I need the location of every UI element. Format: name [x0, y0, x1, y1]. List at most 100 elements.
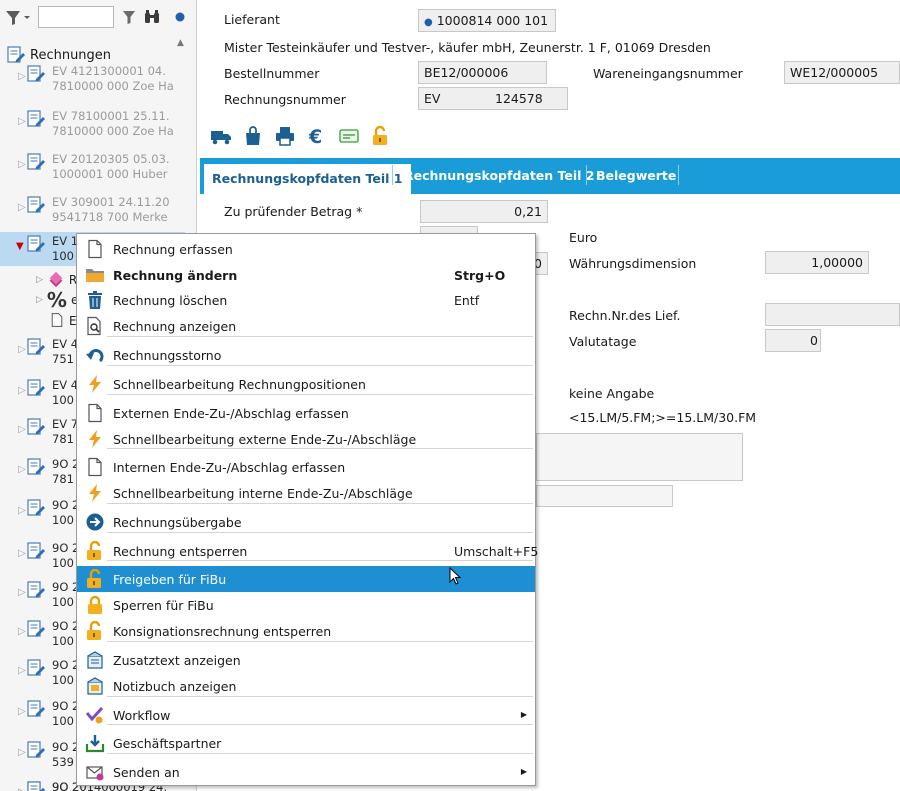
expand-arrow-icon[interactable]: ▷	[18, 626, 26, 637]
menu-item-label: Internen Ende-Zu-/Abschlag erfassen	[113, 460, 346, 475]
filter-icon[interactable]	[120, 8, 138, 26]
menu-item-shortcut: Strg+O	[454, 268, 506, 283]
menu-item-internen-abschlag-erfassen[interactable]: Internen Ende-Zu-/Abschlag erfassen	[77, 454, 535, 480]
expand-arrow-icon[interactable]: ▷	[18, 344, 26, 355]
valutatage-label: Valutatage	[569, 334, 637, 349]
menu-item-label: Geschäftspartner	[113, 736, 222, 751]
expand-arrow-icon[interactable]: ▷	[18, 116, 26, 127]
invoice-icon	[26, 109, 46, 129]
truck-icon[interactable]	[210, 125, 232, 147]
expand-arrow-icon[interactable]: ▷	[18, 385, 26, 396]
menu-item-rechnung-entsperren[interactable]: Rechnung entsperren Umschalt+F5	[77, 538, 538, 564]
expand-arrow-icon[interactable]: ▷	[18, 71, 26, 82]
printer-icon[interactable]	[274, 125, 296, 147]
menu-item-externen-abschlag-erfassen[interactable]: Externen Ende-Zu-/Abschlag erfassen	[77, 400, 535, 426]
expand-arrow-icon[interactable]: ▷	[18, 665, 26, 676]
menu-item-rechnungsuebergabe[interactable]: Rechnungsübergabe	[77, 509, 535, 535]
expand-arrow-icon[interactable]: ▷	[18, 706, 26, 717]
menu-item-schnellbearbeitung-interne[interactable]: Schnellbearbeitung interne Ende-Zu-/Absc…	[77, 480, 535, 506]
tab-belegwerte[interactable]: Belegwerte	[588, 158, 684, 194]
lightning-icon	[85, 483, 105, 503]
mouse-cursor-icon	[449, 567, 462, 585]
expand-arrow-icon[interactable]: ▼	[16, 241, 24, 252]
unlock-icon	[85, 620, 105, 641]
document-icon	[49, 311, 65, 332]
scroll-up-arrow-icon[interactable]: ▲	[177, 38, 184, 48]
tree-item[interactable]: ▷ EV 78100001 25.11. 7810000 000 Zoe Ha	[0, 107, 185, 141]
lieferant-field[interactable]: ● 1000814 000 101	[418, 9, 556, 32]
menu-item-label: Workflow	[113, 708, 171, 723]
rechnungsnummer-prefix: EV	[424, 91, 441, 106]
menu-item-geschaeftspartner[interactable]: Geschäftspartner	[77, 730, 535, 756]
expand-arrow-icon[interactable]: ▷	[18, 787, 26, 791]
keine-angabe-text: keine Angabe	[569, 386, 655, 401]
tree-item[interactable]: ▷ EV 20120305 05.03. 1000001 000 Huber	[0, 150, 185, 184]
invoice-icon	[26, 337, 46, 357]
tab-rechnungskopfdaten-2[interactable]: Rechnungskopfdaten Teil 2	[396, 158, 603, 194]
tree-sub-item[interactable]: ▷% e	[36, 290, 78, 310]
invoice-icon	[26, 498, 46, 518]
tree-item-line2: 9541718 700 Merke	[52, 210, 168, 224]
euro-icon[interactable]: €	[306, 125, 328, 147]
menu-item-rechnung-anzeigen[interactable]: Rechnung anzeigen	[77, 313, 535, 339]
zahlungsbedingung-text: <15.LM/5.FM;>=15.LM/30.FM	[569, 410, 757, 425]
waehrungsdimension-field[interactable]: 1,00000	[765, 251, 869, 274]
expand-arrow-icon[interactable]: ▷	[18, 202, 26, 213]
tab-separator	[586, 165, 587, 185]
lightning-icon	[85, 374, 105, 394]
tree-item-line1: EV 4121300001 04.	[52, 64, 166, 78]
menu-item-zusatztext-anzeigen[interactable]: Zusatztext anzeigen	[77, 647, 535, 673]
menu-item-senden-an[interactable]: Senden an ▶	[77, 759, 535, 785]
tab-rechnungskopfdaten-1[interactable]: Rechnungskopfdaten Teil 1	[204, 162, 411, 194]
expand-arrow-icon[interactable]: ▷	[18, 587, 26, 598]
menu-item-label: Zusatztext anzeigen	[113, 653, 241, 668]
rechnungsnummer-value: 124578	[495, 91, 543, 106]
shopping-bag-icon[interactable]	[242, 125, 264, 147]
menu-item-label: Schnellbearbeitung externe Ende-Zu-/Absc…	[113, 432, 417, 447]
expand-arrow-icon[interactable]: ▷	[36, 275, 43, 285]
notebook-icon	[85, 676, 105, 696]
valutatage-field[interactable]: 0	[765, 329, 821, 352]
tree-item[interactable]: ▷ EV 309001 24.11.20 9541718 700 Merke	[0, 193, 185, 227]
bestellnummer-field[interactable]: BE12/000006	[418, 61, 547, 84]
menu-item-workflow[interactable]: Workflow ▶	[77, 702, 535, 728]
tab-separator	[678, 165, 679, 185]
menu-item-rechnungsstorno[interactable]: Rechnungsstorno	[77, 342, 535, 368]
document-icon	[85, 239, 105, 259]
status-dot-icon[interactable]	[171, 8, 189, 26]
menu-item-sperren-fibu[interactable]: Sperren für FiBu	[77, 592, 535, 618]
menu-item-notizbuch-anzeigen[interactable]: Notizbuch anzeigen	[77, 673, 535, 699]
unlock-icon[interactable]	[370, 125, 392, 147]
tree-filter-input[interactable]	[38, 6, 114, 28]
binoculars-icon[interactable]	[143, 8, 161, 26]
expand-arrow-icon[interactable]: ▷	[18, 424, 26, 435]
rechnungsnummer-field[interactable]: EV 124578	[418, 87, 568, 110]
menu-item-rechnung-erfassen[interactable]: Rechnung erfassen	[77, 236, 535, 262]
menu-item-konsignation-entsperren[interactable]: Konsignationsrechnung entsperren	[77, 618, 535, 644]
small-field-box[interactable]	[536, 485, 673, 507]
lieferant-value: 1000814 000 101	[436, 13, 549, 28]
text-area-box[interactable]	[536, 433, 743, 481]
invoice-icon	[26, 619, 46, 639]
menu-item-rechnung-aendern[interactable]: Rechnung ändern Strg+O	[77, 262, 535, 288]
pruef-betrag-field[interactable]: 0,21	[420, 200, 548, 223]
expand-arrow-icon[interactable]: ▷	[36, 295, 43, 305]
expand-arrow-icon[interactable]: ▷	[18, 464, 26, 475]
expand-arrow-icon[interactable]: ▷	[18, 159, 26, 170]
send-envelope-icon	[85, 762, 105, 782]
tree-item[interactable]: ▷ EV 4121300001 04. 7810000 000 Zoe Ha	[0, 62, 185, 96]
expand-arrow-icon[interactable]: ▷	[18, 548, 26, 559]
card-icon[interactable]	[338, 125, 360, 147]
expand-arrow-icon[interactable]: ▷	[18, 747, 26, 758]
wareneingang-field[interactable]: WE12/000005	[784, 61, 900, 84]
menu-item-schnellbearbeitung-positionen[interactable]: Schnellbearbeitung Rechnungpositionen	[77, 371, 535, 397]
rechn-nr-lief-field[interactable]	[765, 303, 900, 326]
info-icon: ●	[424, 17, 433, 28]
filter-dropdown-icon[interactable]	[4, 8, 34, 28]
tree-sub-item[interactable]: E	[36, 311, 77, 331]
lock-icon	[85, 595, 105, 615]
menu-item-freigeben-fibu[interactable]: Freigeben für FiBu	[77, 566, 535, 592]
menu-item-schnellbearbeitung-externe[interactable]: Schnellbearbeitung externe Ende-Zu-/Absc…	[77, 426, 535, 452]
menu-item-rechnung-loeschen[interactable]: Rechnung löschen Entf	[77, 287, 535, 313]
expand-arrow-icon[interactable]: ▷	[18, 505, 26, 516]
